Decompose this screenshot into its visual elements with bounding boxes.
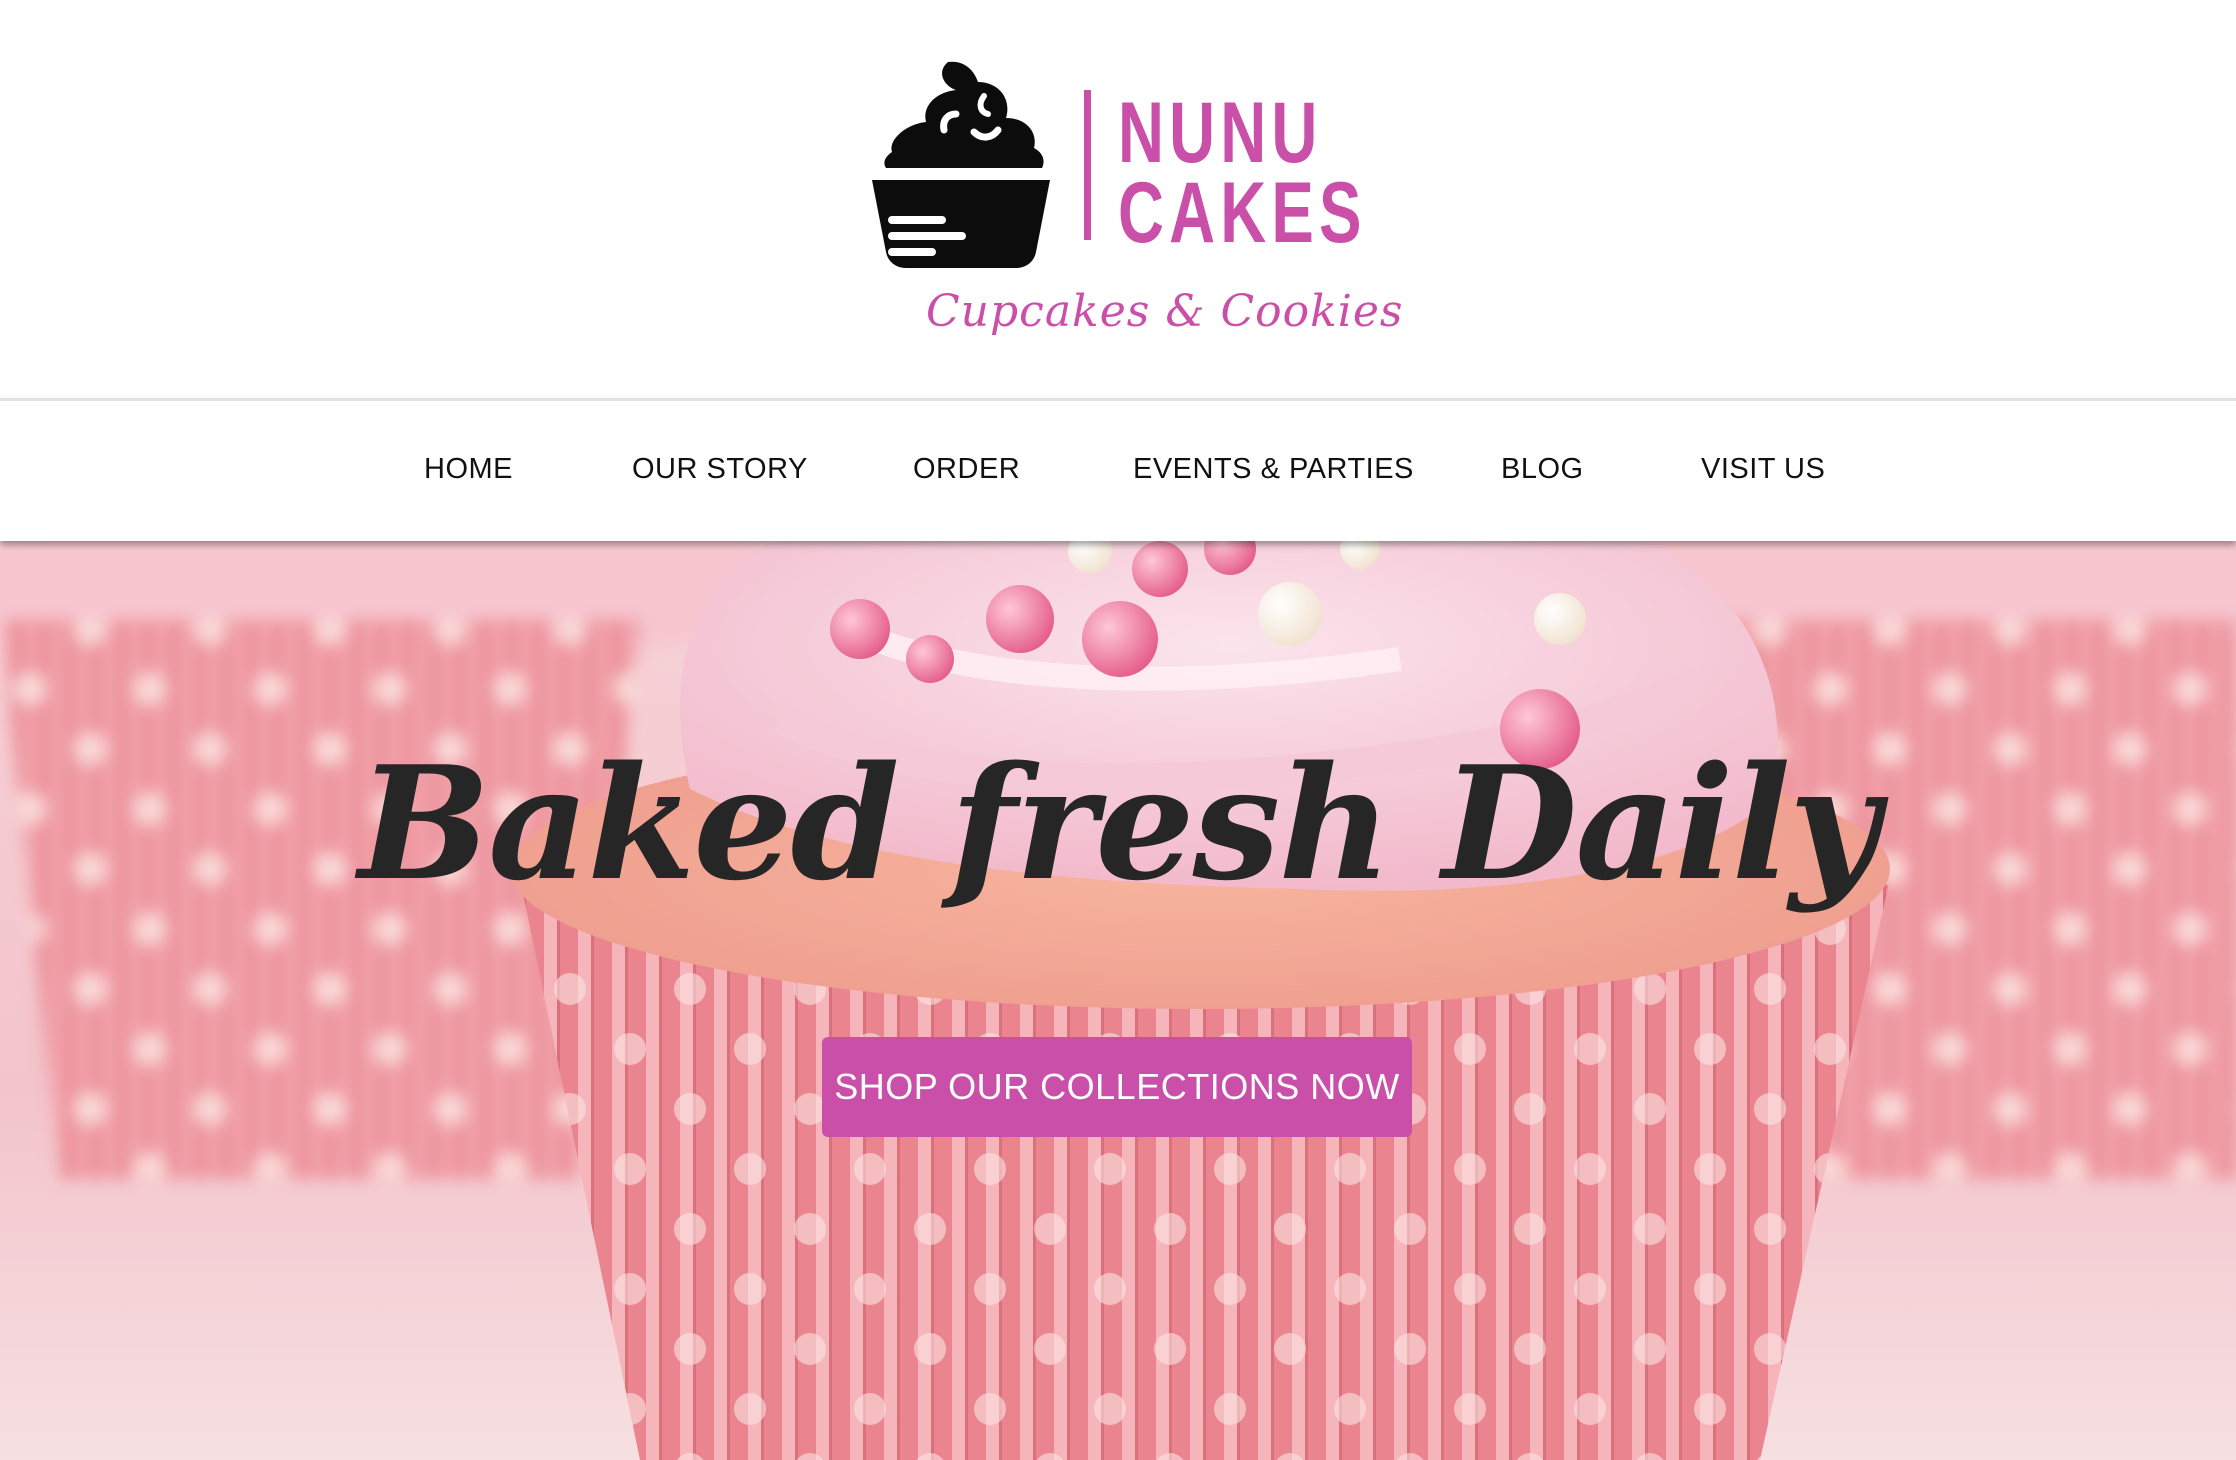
site-header: NUNU CAKES Cupcakes & Cookies: [0, 0, 2236, 398]
cupcake-icon: [872, 61, 1050, 268]
hero-banner: Baked fresh Daily SHOP OUR COLLECTIONS N…: [0, 539, 2236, 1460]
main-navigation: HOME OUR STORY ORDER EVENTS & PARTIES BL…: [0, 398, 2236, 541]
brand-name-line2: CAKES: [1118, 165, 1367, 261]
brand-name-line1: NUNU: [1118, 85, 1323, 181]
nav-item-events-parties[interactable]: EVENTS & PARTIES: [1133, 449, 1414, 489]
nav-item-visit-us[interactable]: VISIT US: [1701, 449, 1825, 489]
nav-item-home[interactable]: HOME: [424, 449, 513, 489]
nav-item-our-story[interactable]: OUR STORY: [632, 449, 808, 489]
brand-tagline: Cupcakes & Cookies: [926, 286, 1404, 337]
hero-background-image: [0, 539, 2236, 1460]
hero-title: Baked fresh Daily: [358, 732, 1879, 915]
nav-item-blog[interactable]: BLOG: [1501, 449, 1584, 489]
shop-collections-button[interactable]: SHOP OUR COLLECTIONS NOW: [822, 1037, 1412, 1137]
site-logo[interactable]: NUNU CAKES Cupcakes & Cookies: [866, 56, 1404, 346]
logo-divider: [1084, 90, 1091, 240]
nav-item-order[interactable]: ORDER: [913, 449, 1020, 489]
